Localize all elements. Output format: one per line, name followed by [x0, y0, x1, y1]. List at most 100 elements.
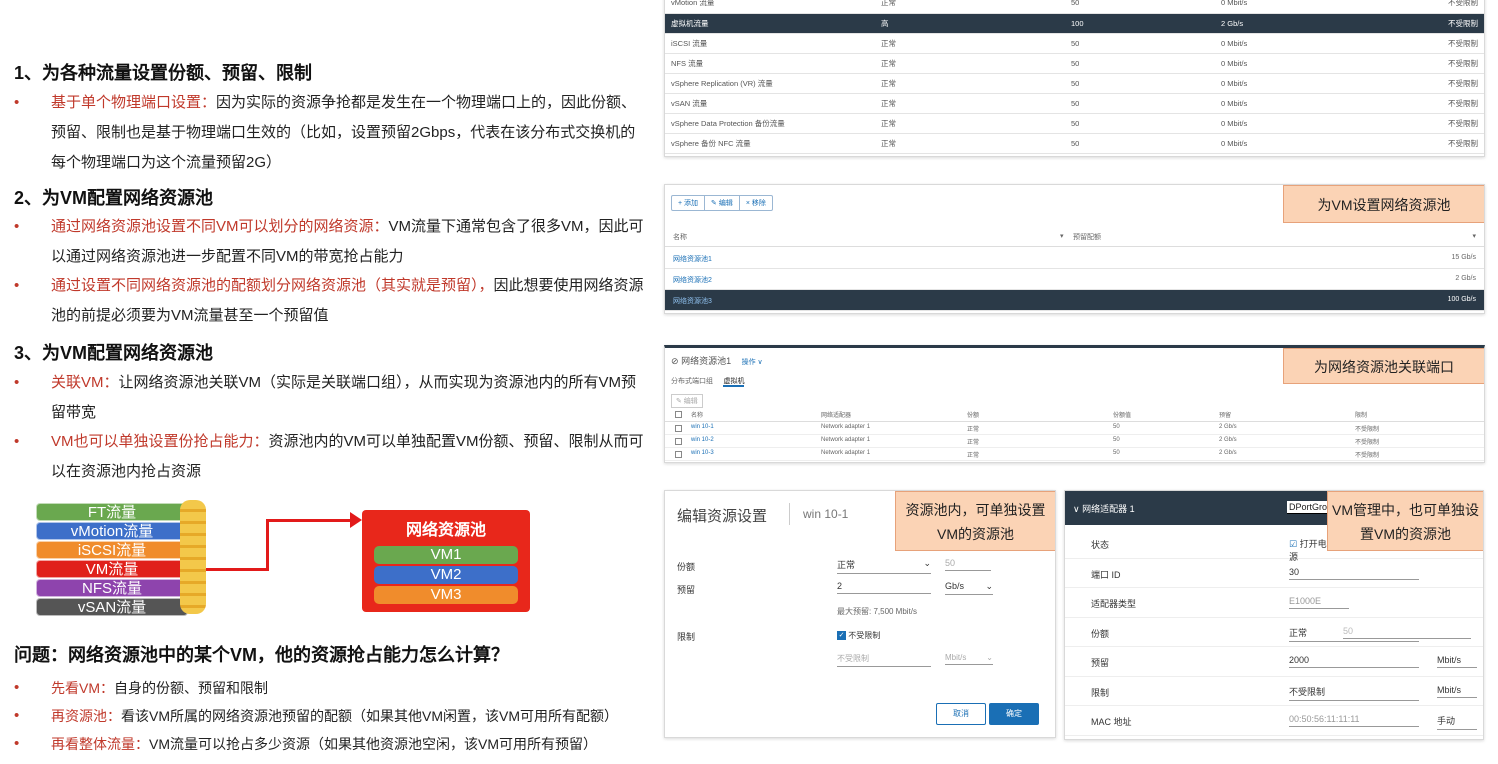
cancel-button[interactable]: 取消: [936, 703, 986, 725]
adapter-row-extra[interactable]: Mbit/s: [1437, 655, 1477, 668]
assoc-cell-limit: 不受限制: [1355, 440, 1380, 446]
table-row[interactable]: vSphere Data Protection 备份流量 正常 50 0 Mbit/s…: [665, 113, 1484, 134]
assoc-col-header: 网络适配器: [821, 413, 852, 419]
adapter-row-value[interactable]: E1000E: [1289, 596, 1349, 609]
limit-input[interactable]: 不受限制: [837, 653, 931, 667]
pool-name-link[interactable]: 网络资源池3: [673, 296, 712, 306]
adapter-row-value[interactable]: 00:50:56:11:11:11: [1289, 714, 1419, 727]
question-bullet-1: • 先看VM：自身的份额、预留和限制: [14, 679, 268, 696]
table-row[interactable]: NFS 流量 正常 50 0 Mbit/s 不受限制: [665, 53, 1484, 74]
shares-label: 份额: [677, 562, 696, 572]
assoc-cell-name[interactable]: win 10-1: [691, 424, 714, 430]
adapter-row-value[interactable]: 不受限制: [1289, 685, 1419, 701]
pool-vm-1: VM1: [374, 546, 518, 564]
assoc-cell-shares: 正常: [967, 453, 980, 459]
adapter-row-extra[interactable]: 50: [1343, 626, 1471, 639]
adapter-rows: 状态 ☑ 打开电源 端口 ID 30 适配器类型 E1000E 份额 正常 50 预留 2000 Mb…: [1065, 529, 1483, 736]
ok-button[interactable]: 确定: [989, 703, 1039, 725]
flow-vmotion: vMotion流量: [36, 522, 188, 540]
tab-portgroup[interactable]: 分布式端口组: [671, 378, 713, 385]
assoc-edit-button[interactable]: ✎ 编辑: [671, 394, 703, 408]
table-row[interactable]: vMotion 流量 正常 50 0 Mbit/s 不受限制: [665, 0, 1484, 14]
reserve-input[interactable]: 2: [837, 581, 931, 594]
assoc-tabs: 分布式端口组 虚拟机: [671, 370, 745, 388]
assoc-cell-adapter: Network adapter 1: [821, 450, 871, 456]
bullet-3: • 通过设置不同网络资源池的配额划分网络资源池（其实就是预留），因此想要使用网络…: [14, 277, 644, 324]
pool-row[interactable]: 网络资源池2 2 Gb/s: [665, 269, 1484, 290]
cell-reserve: 2 Gb/s: [1215, 13, 1345, 34]
table-row[interactable]: vSAN 流量 正常 50 0 Mbit/s 不受限制: [665, 93, 1484, 114]
assoc-row[interactable]: win 10-2 Network adapter 1 正常 50 2 Gb/s 不受限制: [665, 435, 1484, 448]
edit-callout: 资源池内，可单独设置VM的资源池: [895, 491, 1055, 551]
cell-shares: 正常: [875, 53, 1065, 74]
assoc-cell-reserve: 2 Gb/s: [1219, 437, 1237, 443]
cell-value: 50: [1065, 53, 1215, 74]
adapter-panel: ∨ 网络适配器 1 DPortGro VM管理中，也可单独设置VM的资源池 状态…: [1064, 490, 1484, 740]
pool-value: 2 Gb/s: [1455, 275, 1476, 282]
adapter-value-text: 2000: [1289, 655, 1310, 665]
row-checkbox[interactable]: [675, 438, 682, 445]
cell-value: 50: [1065, 93, 1215, 114]
row-checkbox[interactable]: [675, 425, 682, 432]
pool-value: 15 Gb/s: [1451, 254, 1476, 261]
reserve-label: 预留: [677, 585, 696, 595]
adapter-row-value[interactable]: 30: [1289, 567, 1419, 580]
limit-checkbox[interactable]: ✓ 不受限制: [837, 630, 880, 641]
limit-label: 限制: [677, 632, 696, 642]
row-checkbox[interactable]: [675, 451, 682, 458]
traffic-table: vMotion 流量 正常 50 0 Mbit/s 不受限制 虚拟机流量高 100 2 Gb/…: [665, 0, 1484, 154]
tab-vm[interactable]: 虚拟机: [723, 378, 745, 387]
select-all-checkbox[interactable]: [675, 411, 682, 418]
assoc-row[interactable]: win 10-3 Network adapter 1 正常 50 2 Gb/s 不受限制: [665, 448, 1484, 461]
cell-limit: 不受限制: [1345, 0, 1484, 14]
table-row[interactable]: vSphere 备份 NFC 流量 正常 50 0 Mbit/s 不受限制: [665, 133, 1484, 154]
max-reserve-hint: 最大预留: 7,500 Mbit/s: [837, 607, 918, 616]
assoc-cell-limit: 不受限制: [1355, 427, 1380, 433]
edit-button[interactable]: ✎ 编辑: [705, 196, 740, 210]
adapter-title[interactable]: ∨ 网络适配器 1: [1073, 502, 1135, 515]
adapter-row: 份额 正常 50: [1065, 618, 1483, 647]
question-bullet-2: • 再资源池：看该VM所属的网络资源池预留的配额（如果其他VM闲置，该VM可用所…: [14, 707, 618, 724]
adapter-row: 限制 不受限制 Mbit/s: [1065, 677, 1483, 706]
table-row[interactable]: iSCSI 流量 正常 50 0 Mbit/s 不受限制: [665, 33, 1484, 54]
table-row[interactable]: vSphere Replication (VR) 流量 正常 50 0 Mbit/s 不…: [665, 73, 1484, 94]
adapter-row: 端口 ID 30: [1065, 559, 1483, 588]
shares-select[interactable]: 正常 ⌄: [837, 558, 931, 574]
pool-row[interactable]: 网络资源池1 15 Gb/s: [665, 248, 1484, 269]
adapter-row-extra[interactable]: 手动: [1437, 714, 1477, 730]
assoc-callout: 为网络资源池关联端口: [1283, 348, 1484, 384]
pool-name-link[interactable]: 网络资源池1: [673, 254, 712, 264]
flow-ft: FT流量: [36, 503, 188, 521]
col-name: 名称: [673, 234, 687, 241]
portgroup-select[interactable]: DPortGro: [1287, 501, 1330, 514]
adapter-row-value[interactable]: 2000: [1289, 655, 1419, 668]
adapter-row-extra[interactable]: Mbit/s: [1437, 685, 1477, 698]
assoc-col-header: 份额: [967, 413, 980, 419]
limit-unit-select[interactable]: Mbit/s ⌄: [945, 653, 993, 665]
filter-icon[interactable]: ▾: [1472, 232, 1476, 240]
cell-reserve: 0 Mbit/s: [1215, 53, 1345, 74]
add-button[interactable]: + 添加: [672, 196, 706, 210]
assoc-cell-name[interactable]: win 10-3: [691, 450, 714, 456]
heading-1: 1、为各种流量设置份额、预留、限制: [14, 63, 313, 83]
adapter-row-label: 限制: [1091, 687, 1110, 698]
question: 问题：网络资源池中的某个VM，他的资源抢占能力怎么计算？: [14, 645, 509, 665]
assoc-cell-reserve: 2 Gb/s: [1219, 450, 1237, 456]
cell-reserve: 0 Mbit/s: [1215, 93, 1345, 114]
pool-row[interactable]: 网络资源池3 100 Gb/s: [665, 290, 1484, 311]
shares-number[interactable]: 50: [945, 558, 991, 571]
adapter-value-text: 正常: [1289, 627, 1308, 638]
cell-value: 50: [1065, 113, 1215, 134]
adapter-row-label: 适配器类型: [1091, 599, 1137, 609]
cell-value: 100: [1065, 13, 1215, 34]
edit-dialog: 编辑资源设置 win 10-1 资源池内，可单独设置VM的资源池 份额 正常 ⌄ …: [664, 490, 1056, 738]
assoc-cell-name[interactable]: win 10-2: [691, 437, 714, 443]
actions-menu[interactable]: 操作 ∨: [742, 359, 763, 366]
cell-value: 50: [1065, 133, 1215, 154]
remove-button[interactable]: × 移除: [740, 196, 772, 210]
filter-icon[interactable]: ▾: [1060, 232, 1064, 240]
reserve-unit-select[interactable]: Gb/s ⌄: [945, 581, 993, 595]
pool-name-link[interactable]: 网络资源池2: [673, 275, 712, 285]
assoc-row[interactable]: win 10-1 Network adapter 1 正常 50 2 Gb/s 不受限制: [665, 422, 1484, 435]
table-row[interactable]: 虚拟机流量高 100 2 Gb/s 不受限制: [665, 13, 1484, 34]
